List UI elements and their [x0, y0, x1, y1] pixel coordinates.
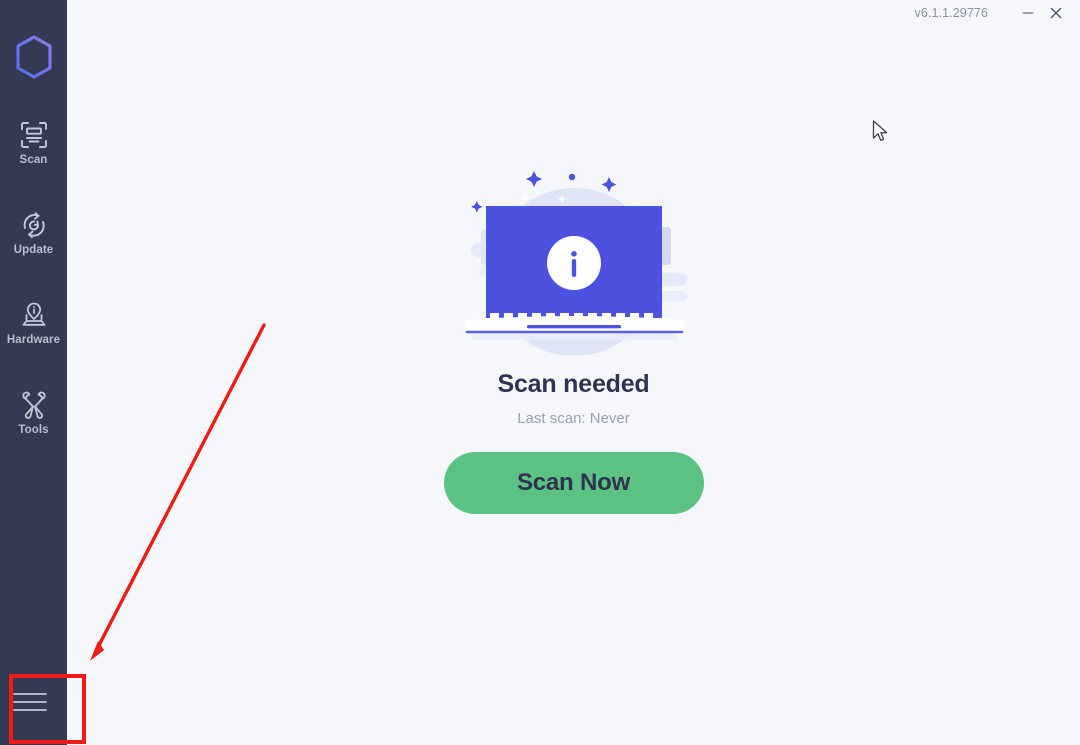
version-label: v6.1.1.29776 [914, 6, 988, 20]
sidebar-item-label: Hardware [6, 334, 61, 346]
sidebar-item-hardware[interactable]: Hardware [0, 300, 67, 356]
sidebar-item-label: Update [13, 244, 54, 256]
app-window: Scan Update Hardware Tools v6.1.1.29776 … [0, 0, 1080, 745]
tools-wrench-screwdriver-icon [19, 390, 49, 420]
update-refresh-icon [19, 210, 49, 240]
title-bar: v6.1.1.29776 [67, 0, 1080, 26]
page-title: Scan needed [497, 370, 650, 398]
scan-now-button[interactable]: Scan Now [443, 452, 704, 514]
minimize-icon[interactable] [1014, 1, 1042, 25]
hamburger-menu-icon[interactable] [13, 688, 51, 716]
hamburger-line [13, 701, 47, 703]
last-scan-status: Last scan: Never [517, 410, 630, 427]
sidebar-item-label: Scan [19, 154, 48, 166]
laptop-info-illustration [457, 155, 692, 356]
sidebar-item-label: Tools [18, 424, 49, 436]
sidebar: Scan Update Hardware Tools [0, 0, 67, 745]
app-logo-hexagon-icon [0, 30, 67, 84]
main-content: Scan needed Last scan: Never Scan Now [67, 26, 1080, 745]
sidebar-item-tools[interactable]: Tools [0, 390, 67, 446]
hardware-laptop-icon [19, 300, 49, 330]
hamburger-line [13, 709, 47, 711]
sidebar-item-scan[interactable]: Scan [0, 120, 67, 176]
scan-icon [19, 120, 49, 150]
close-icon[interactable] [1042, 1, 1070, 25]
hamburger-line [13, 693, 47, 695]
sidebar-item-update[interactable]: Update [0, 210, 67, 266]
